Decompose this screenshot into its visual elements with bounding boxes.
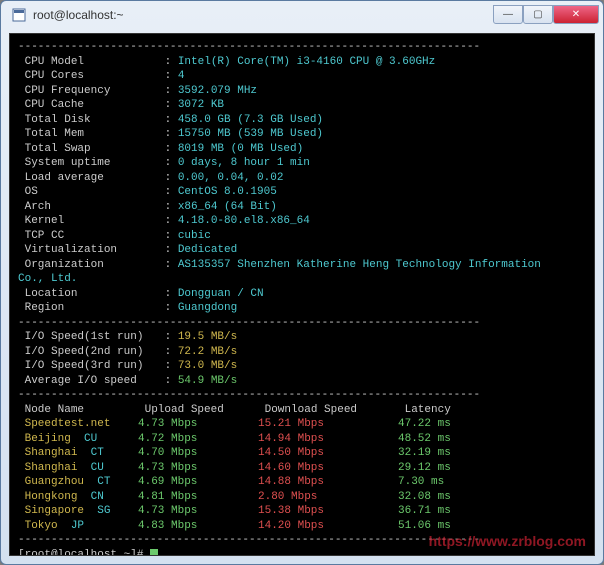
window-buttons: — ▢ ✕ [493,6,599,24]
maximize-button[interactable]: ▢ [523,5,553,24]
app-icon [11,7,27,23]
ssh-window: root@localhost:~ — ▢ ✕ -----------------… [0,0,604,565]
terminal-output: ----------------------------------------… [18,40,586,556]
titlebar[interactable]: root@localhost:~ — ▢ ✕ [1,1,603,29]
close-button[interactable]: ✕ [553,5,599,24]
watermark: https://www.zrblog.com [429,533,586,549]
terminal[interactable]: ----------------------------------------… [9,33,595,556]
window-title: root@localhost:~ [33,8,493,22]
minimize-button[interactable]: — [493,5,523,24]
